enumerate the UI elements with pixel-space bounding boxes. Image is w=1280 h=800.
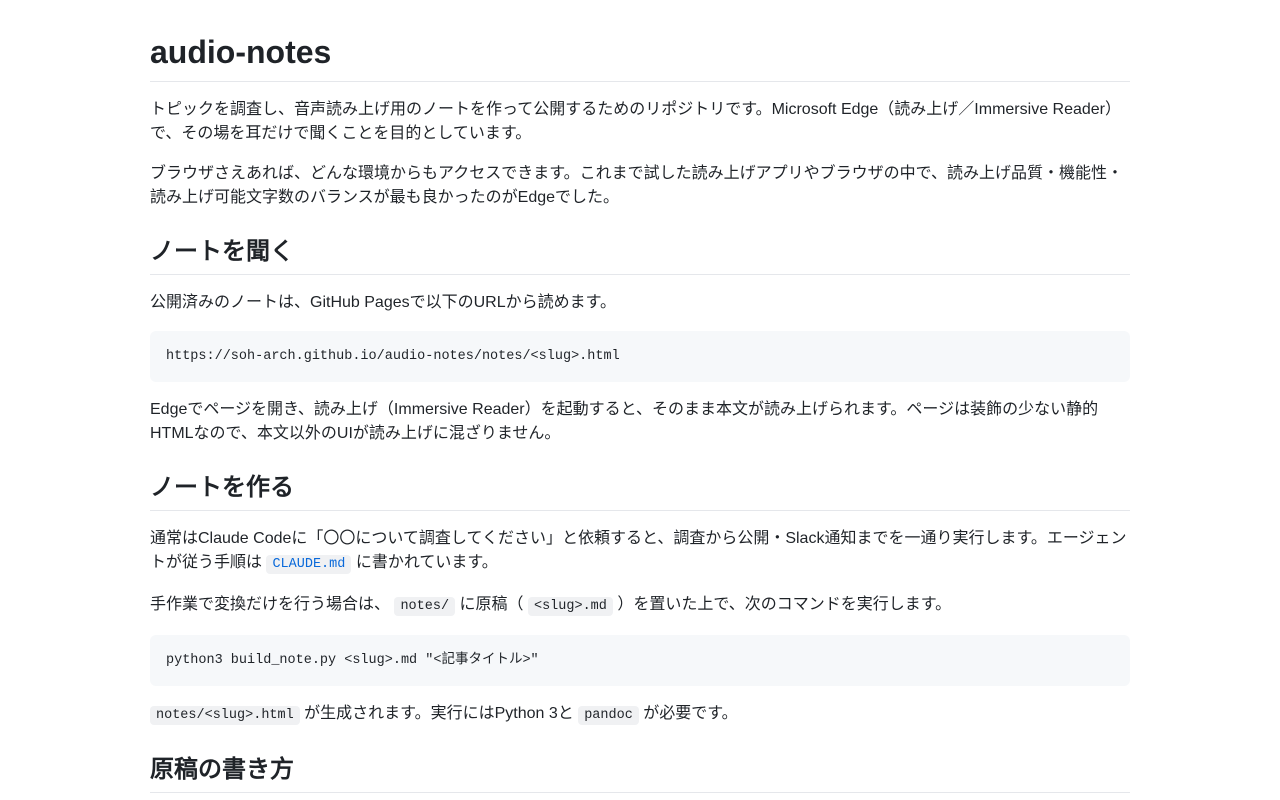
- heading-listen: ノートを聞く: [150, 234, 1130, 275]
- make-paragraph-2: 手作業で変換だけを行う場合は、 notes/ に原稿（ <slug>.md ）を…: [150, 593, 1130, 619]
- output-html-code: notes/<slug>.html: [150, 706, 300, 725]
- heading-make: ノートを作る: [150, 470, 1130, 511]
- make-p2-text-c: ）を置いた上で、次のコマンドを実行します。: [612, 596, 952, 613]
- readme-article: audio-notes トピックを調査し、音声読み上げ用のノートを作って公開する…: [150, 0, 1130, 793]
- make-p2-text-b: に原稿（: [455, 596, 528, 613]
- slug-md-code: <slug>.md: [527, 597, 613, 616]
- make-p2-text-a: 手作業で変換だけを行う場合は、: [150, 596, 395, 613]
- command-code-block: python3 build_note.py <slug>.md "<記事タイトル…: [150, 635, 1130, 686]
- make-p3-text-b: が必要です。: [638, 705, 738, 722]
- make-paragraph-3: notes/<slug>.html が生成されます。実行にはPython 3と …: [150, 702, 1130, 728]
- intro-paragraph-2: ブラウザさえあれば、どんな環境からもアクセスできます。これまで試した読み上げアプ…: [150, 165, 1123, 206]
- intro-paragraph-1: トピックを調査し、音声読み上げ用のノートを作って公開するためのリポジトリです。M…: [150, 101, 1122, 142]
- make-p3-text-a: が生成されます。実行にはPython 3と: [299, 705, 579, 722]
- heading-draft: 原稿の書き方: [150, 752, 1130, 793]
- listen-paragraph-1: 公開済みのノートは、GitHub Pagesで以下のURLから読めます。: [150, 294, 617, 311]
- notes-dir-code: notes/: [394, 597, 456, 616]
- page-title: audio-notes: [150, 28, 1130, 82]
- listen-paragraph-2: Edgeでページを開き、読み上げ（Immersive Reader）を起動すると…: [150, 401, 1099, 442]
- url-code-block: https://soh-arch.github.io/audio-notes/n…: [150, 331, 1130, 382]
- claude-md-link[interactable]: CLAUDE.md: [266, 555, 352, 574]
- make-p1-text-b: に書かれています。: [351, 554, 498, 571]
- make-paragraph-1: 通常はClaude Codeに「〇〇について調査してください」と依頼すると、調査…: [150, 527, 1130, 577]
- pandoc-code: pandoc: [578, 706, 639, 725]
